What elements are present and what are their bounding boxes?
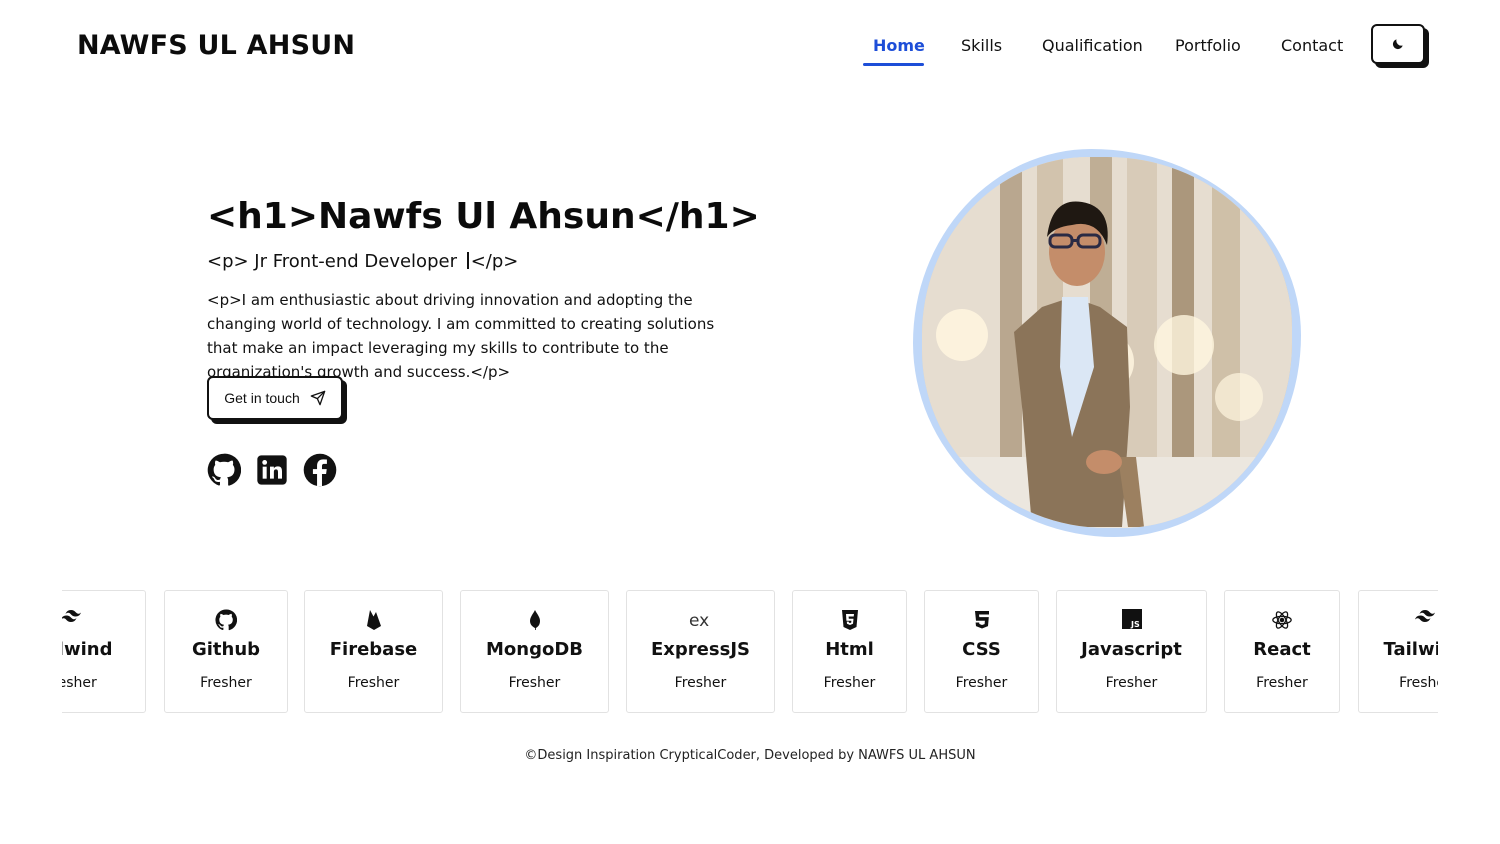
skill-level: Fresher xyxy=(955,675,1008,691)
tailwind-icon xyxy=(1414,610,1436,622)
skill-level: Fresher xyxy=(1399,675,1438,691)
express-icon: ex xyxy=(689,611,709,631)
svg-text:JS: JS xyxy=(1130,620,1140,629)
skill-name: ExpressJS xyxy=(651,639,750,660)
javascript-icon: JS xyxy=(1121,609,1142,629)
skill-card: Tailwind Fresher xyxy=(1358,590,1438,713)
profile-photo-illustration xyxy=(922,157,1292,528)
cta-label: Get in touch xyxy=(224,390,300,406)
skill-card: Firebase Fresher xyxy=(304,590,443,713)
hero-description: <p>I am enthusiastic about driving innov… xyxy=(207,291,715,381)
typing-cursor xyxy=(466,252,469,269)
react-icon xyxy=(1272,611,1292,629)
skill-name: MongoDB xyxy=(485,639,583,660)
nav-active-indicator xyxy=(863,63,924,66)
skill-level: Fresher xyxy=(1105,675,1158,691)
skill-name: CSS xyxy=(962,639,1001,660)
skill-name: Html xyxy=(825,639,874,660)
skill-card: Html Fresher xyxy=(792,590,907,713)
profile-photo xyxy=(922,157,1292,528)
github-link[interactable] xyxy=(207,453,241,487)
css3-icon xyxy=(974,611,989,629)
skill-level: Fresher xyxy=(200,675,252,691)
social-links xyxy=(207,453,337,487)
html5-icon xyxy=(841,610,858,630)
github-icon xyxy=(207,453,241,486)
skill-level: Fresher xyxy=(347,675,400,691)
hero-role: <p> Jr Front-end Developer </p> xyxy=(207,251,518,272)
skills-marquee: Tailwind Fresher Github Fresher Firebase… xyxy=(62,590,1438,714)
skill-level: Fresher xyxy=(62,675,97,691)
role-suffix: </p> xyxy=(470,251,519,272)
skill-name: Firebase xyxy=(329,639,418,660)
skill-card: Tailwind Fresher xyxy=(62,590,146,713)
skill-level: Fresher xyxy=(508,675,561,691)
nav-contact[interactable]: Contact xyxy=(1281,36,1343,55)
mongodb-icon xyxy=(529,610,540,630)
facebook-link[interactable] xyxy=(303,453,337,487)
tailwind-icon xyxy=(62,610,82,622)
moon-icon xyxy=(1392,39,1403,50)
skill-level: Fresher xyxy=(1256,675,1308,691)
get-in-touch-button[interactable]: Get in touch xyxy=(207,376,343,420)
linkedin-icon xyxy=(257,455,287,485)
skill-card: JS Javascript Fresher xyxy=(1056,590,1207,713)
skill-name: Tailwind xyxy=(62,639,113,660)
skill-card: MongoDB Fresher xyxy=(460,590,609,713)
nav-qualification[interactable]: Qualification xyxy=(1042,36,1143,55)
skill-name: Javascript xyxy=(1081,639,1182,660)
skill-card: React Fresher xyxy=(1224,590,1340,713)
brand-logo[interactable]: NAWFS UL AHSUN xyxy=(77,30,355,61)
footer-credit: ©Design Inspiration CrypticalCoder, Deve… xyxy=(524,748,976,763)
skill-level: Fresher xyxy=(823,675,876,691)
nav-portfolio[interactable]: Portfolio xyxy=(1175,36,1241,55)
svg-text:ex: ex xyxy=(689,611,709,631)
theme-toggle-button[interactable] xyxy=(1371,24,1425,64)
nav-skills[interactable]: Skills xyxy=(961,36,1002,55)
skill-level: Fresher xyxy=(674,675,727,691)
firebase-icon xyxy=(366,610,381,630)
linkedin-link[interactable] xyxy=(255,453,289,487)
role-text: <p> Jr Front-end Developer xyxy=(207,251,463,272)
skill-card: CSS Fresher xyxy=(924,590,1039,713)
site-header: NAWFS UL AHSUN Home Skills Qualification… xyxy=(0,0,1500,92)
hero-title: <h1>Nawfs Ul Ahsun</h1> xyxy=(207,196,760,237)
skill-name: React xyxy=(1253,639,1311,660)
skill-name: Tailwind xyxy=(1383,639,1438,660)
skill-name: Github xyxy=(191,639,261,660)
skill-card: ex ExpressJS Fresher xyxy=(626,590,775,713)
skill-card: Github Fresher xyxy=(164,590,288,713)
nav-home[interactable]: Home xyxy=(873,36,925,55)
send-icon xyxy=(310,390,326,406)
site-footer: ©Design Inspiration CrypticalCoder, Deve… xyxy=(0,748,1500,763)
facebook-icon xyxy=(303,453,337,487)
github-icon xyxy=(215,609,237,631)
